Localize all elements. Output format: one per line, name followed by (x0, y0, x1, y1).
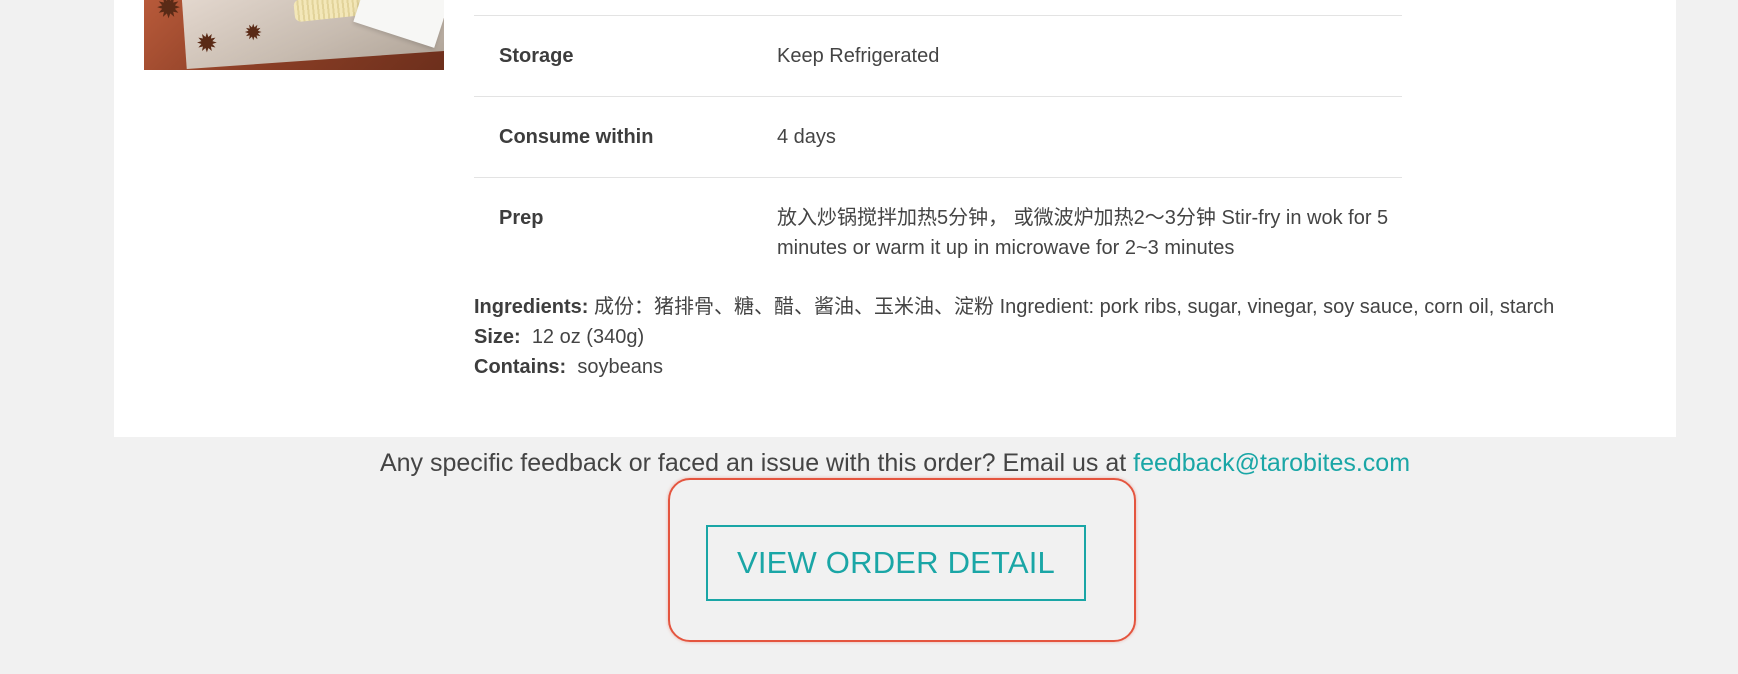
detail-label: Consume within (499, 126, 654, 148)
size-label: Size: (474, 326, 521, 348)
detail-value: Keep Refrigerated (777, 45, 940, 67)
contains-value: soybeans (577, 356, 663, 378)
size-value: 12 oz (340g) (531, 326, 645, 348)
detail-row-storage: Storage Keep Refrigerated (474, 15, 1402, 96)
detail-value: 放入炒锅搅拌加热5分钟， 或微波炉加热2～3分钟 Stir-fry in wok… (777, 207, 1389, 259)
star-anise-icon: ✹ (196, 28, 218, 58)
feedback-message: Any specific feedback or faced an issue … (0, 446, 1738, 480)
ingredients-line: Ingredients: 成份：猪排骨、糖、醋、酱油、玉米油、淀粉 Ingred… (474, 292, 1554, 322)
detail-row-consume-within: Consume within 4 days (474, 96, 1402, 177)
product-details-table: Storage Keep Refrigerated Consume within… (474, 15, 1402, 288)
product-image: ✹ ✹ ✹ (144, 0, 444, 70)
size-line: Size: 12 oz (340g) (474, 322, 1554, 352)
detail-value: 4 days (777, 126, 836, 148)
contains-label: Contains: (474, 356, 567, 378)
detail-row-prep: Prep 放入炒锅搅拌加热5分钟， 或微波炉加热2～3分钟 Stir-fry i… (474, 177, 1402, 288)
view-order-detail-button[interactable]: VIEW ORDER DETAIL (706, 525, 1086, 601)
ingredients-value: 成份：猪排骨、糖、醋、酱油、玉米油、淀粉 Ingredient: pork ri… (594, 296, 1555, 318)
detail-label: Storage (499, 45, 574, 67)
star-anise-icon: ✹ (156, 0, 182, 25)
feedback-email-link[interactable]: feedback@tarobites.com (1133, 449, 1410, 477)
detail-label: Prep (499, 207, 544, 229)
contains-line: Contains: soybeans (474, 352, 1554, 382)
ingredients-label: Ingredients: (474, 296, 589, 318)
feedback-text: Any specific feedback or faced an issue … (379, 449, 1134, 477)
product-extra-info: Ingredients: 成份：猪排骨、糖、醋、酱油、玉米油、淀粉 Ingred… (474, 292, 1554, 382)
star-anise-icon: ✹ (244, 20, 263, 45)
